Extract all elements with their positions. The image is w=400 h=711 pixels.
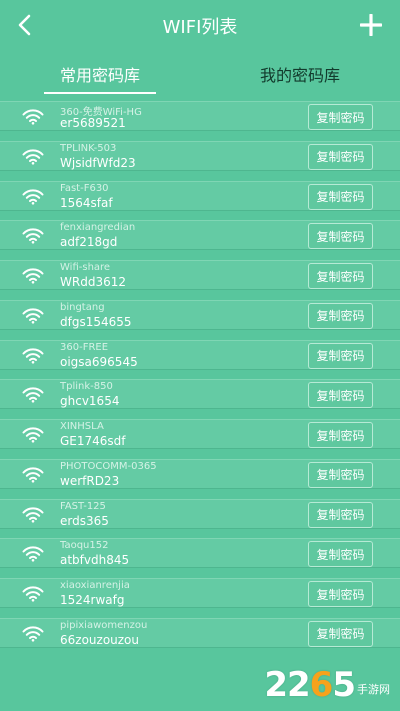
wifi-signal-icon xyxy=(22,308,44,324)
wifi-password: adf218gd xyxy=(60,235,118,250)
copy-password-button[interactable]: 复制密码 xyxy=(308,581,373,607)
wifi-ssid: bingtang xyxy=(60,301,105,313)
wifi-row[interactable]: Taoqu152 atbfvdh845 复制密码 xyxy=(0,538,400,569)
wifi-password: 1524rwafg xyxy=(60,593,125,607)
wifi-ssid: 360-FREE xyxy=(60,341,109,353)
wifi-list: 360-免费WiFi-HG er5689521 复制密码 TPLINK-503 Wjsi… xyxy=(0,101,400,658)
copy-password-button[interactable]: 复制密码 xyxy=(308,541,373,568)
copy-password-button[interactable]: 复制密码 xyxy=(308,223,373,250)
wifi-ssid: PHOTOCOMM-0365 xyxy=(60,460,157,472)
page-title: WIFI列表 xyxy=(162,17,238,38)
watermark-logo: 2265 xyxy=(264,665,356,705)
top-bar: WIFI列表 xyxy=(0,0,400,52)
wifi-password: GE1746sdf xyxy=(60,434,126,448)
wifi-row[interactable]: fenxiangredian adf218gd 复制密码 xyxy=(0,220,400,251)
wifi-signal-icon xyxy=(22,467,44,483)
chevron-left-icon xyxy=(18,14,31,36)
wifi-password: er5689521 xyxy=(60,116,126,130)
wifi-signal-icon xyxy=(22,149,44,165)
watermark-text: 手游网 xyxy=(357,683,390,696)
plus-icon xyxy=(360,14,382,36)
add-button[interactable] xyxy=(356,10,386,40)
wifi-ssid: Fast-F630 xyxy=(60,182,109,194)
wifi-ssid: Taoqu152 xyxy=(60,540,109,552)
wifi-password: 1564sfaf xyxy=(60,195,113,210)
wifi-row[interactable]: Tplink-850 ghcv1654 复制密码 xyxy=(0,379,400,410)
copy-password-button[interactable]: 复制密码 xyxy=(308,620,373,647)
wifi-row[interactable]: Fast-F630 1564sfaf 复制密码 xyxy=(0,180,400,211)
tab-bar: 常用密码库 我的密码库 xyxy=(0,56,400,92)
wifi-ssid: Wifi-share xyxy=(60,262,111,273)
wifi-signal-icon xyxy=(22,586,44,602)
wifi-password: oigsa696545 xyxy=(60,354,138,369)
wifi-ssid: xiaoxianrenjia xyxy=(60,580,130,591)
wifi-signal-icon xyxy=(22,427,44,443)
wifi-row[interactable]: Wifi-share WRdd3612 复制密码 xyxy=(0,260,400,290)
wifi-row[interactable]: xiaoxianrenjia 1524rwafg 复制密码 xyxy=(0,578,400,608)
wifi-signal-icon xyxy=(22,506,44,523)
wifi-password: dfgs154655 xyxy=(60,314,132,329)
copy-password-button[interactable]: 复制密码 xyxy=(308,143,373,170)
wifi-ssid: TPLINK-503 xyxy=(60,142,117,154)
site-watermark: 2265 手游网 xyxy=(264,665,390,705)
wifi-row[interactable]: 360-免费WiFi-HG er5689521 复制密码 xyxy=(0,101,400,131)
wifi-signal-icon xyxy=(22,626,44,642)
wifi-signal-icon xyxy=(22,109,44,125)
tab-my-passwords[interactable]: 我的密码库 xyxy=(200,56,400,92)
wifi-ssid: FAST-125 xyxy=(60,500,106,512)
wifi-signal-icon xyxy=(22,228,44,244)
copy-password-button[interactable]: 复制密码 xyxy=(308,422,373,448)
wifi-password: atbfvdh845 xyxy=(60,553,130,568)
copy-password-button[interactable]: 复制密码 xyxy=(308,382,373,409)
wifi-password: erds365 xyxy=(60,513,109,528)
wifi-row[interactable]: FAST-125 erds365 复制密码 xyxy=(0,498,400,529)
wifi-password: WjsidfWfd23 xyxy=(60,155,136,170)
copy-password-button[interactable]: 复制密码 xyxy=(308,183,373,210)
copy-password-button[interactable]: 复制密码 xyxy=(308,501,373,528)
wifi-signal-icon xyxy=(22,387,44,403)
copy-password-button[interactable]: 复制密码 xyxy=(308,461,373,488)
tab-common-passwords[interactable]: 常用密码库 xyxy=(0,56,200,92)
wifi-signal-icon xyxy=(22,268,44,284)
wifi-signal-icon xyxy=(22,347,44,364)
copy-password-button[interactable]: 复制密码 xyxy=(308,302,373,329)
wifi-row[interactable]: 360-FREE oigsa696545 复制密码 xyxy=(0,339,400,370)
wifi-password: werfRD23 xyxy=(60,473,120,488)
wifi-row[interactable]: PHOTOCOMM-0365 werfRD23 复制密码 xyxy=(0,458,400,489)
wifi-ssid: fenxiangredian xyxy=(60,222,136,234)
wifi-row[interactable]: bingtang dfgs154655 复制密码 xyxy=(0,299,400,330)
wifi-ssid: XINHSLA xyxy=(60,421,104,432)
wifi-password: 66zouzouzou xyxy=(60,632,140,647)
wifi-password: ghcv1654 xyxy=(60,394,120,409)
copy-password-button[interactable]: 复制密码 xyxy=(308,342,373,369)
wifi-ssid: pipixiawomenzou xyxy=(60,619,148,631)
wifi-row[interactable]: pipixiawomenzou 66zouzouzou 复制密码 xyxy=(0,617,400,648)
wifi-row[interactable]: TPLINK-503 WjsidfWfd23 复制密码 xyxy=(0,140,400,171)
back-button[interactable] xyxy=(10,10,40,40)
wifi-signal-icon xyxy=(22,188,44,205)
wifi-row[interactable]: XINHSLA GE1746sdf 复制密码 xyxy=(0,419,400,449)
wifi-ssid: Tplink-850 xyxy=(60,381,113,393)
copy-password-button[interactable]: 复制密码 xyxy=(308,263,373,289)
wifi-signal-icon xyxy=(22,546,44,562)
copy-password-button[interactable]: 复制密码 xyxy=(308,104,373,130)
wifi-password: WRdd3612 xyxy=(60,275,126,289)
